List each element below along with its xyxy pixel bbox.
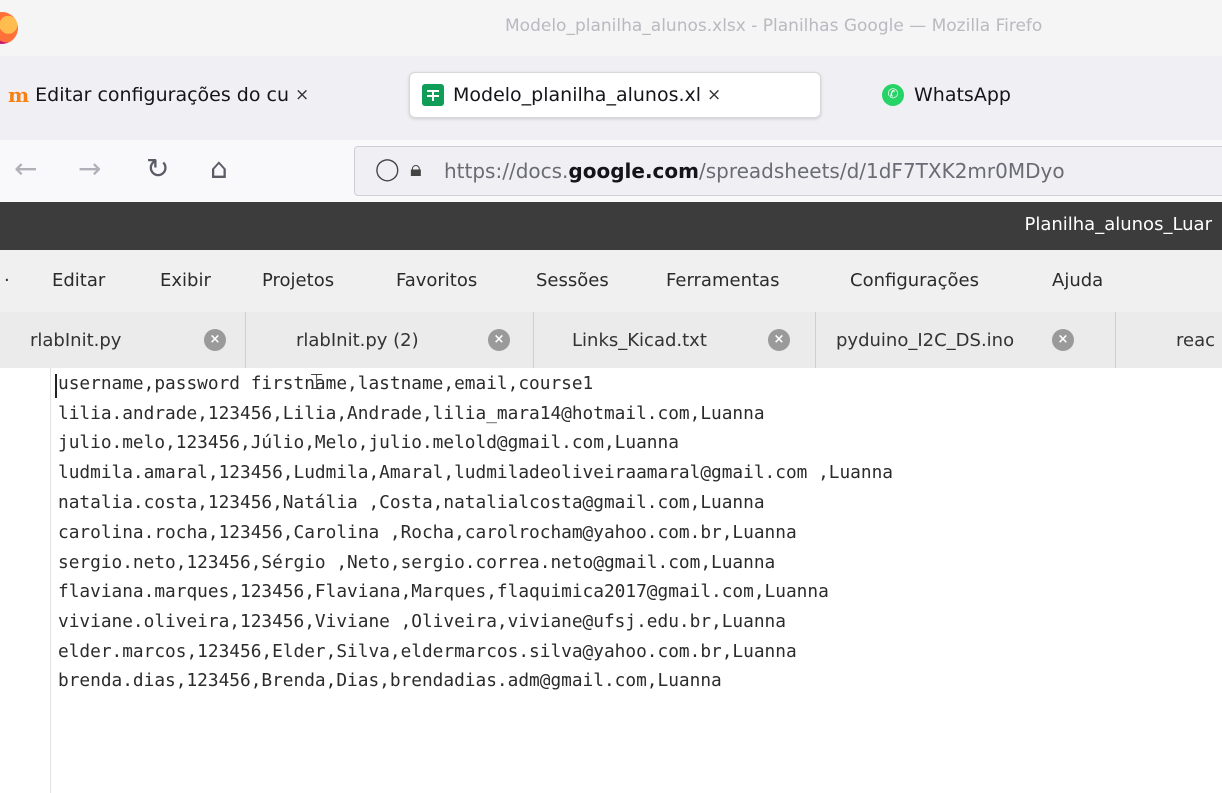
window-title: Modelo_planilha_alunos.xlsx - Planilhas … — [505, 16, 1043, 36]
menu-editar[interactable]: Editar — [52, 270, 105, 291]
tab-label: WhatsApp — [914, 84, 1011, 106]
browser-tab-sheets[interactable]: Modelo_planilha_alunos.xl × — [409, 72, 821, 118]
browser-tabstrip: m Editar configurações do cu × Modelo_pl… — [0, 56, 1222, 140]
doc-tab-label: pyduino_I2C_DS.ino — [836, 329, 1015, 351]
menu-ferramentas[interactable]: Ferramentas — [666, 270, 779, 291]
text-line-8[interactable]: flaviana.marques,123456,Flaviana,Marques… — [58, 581, 829, 602]
close-tab-icon[interactable]: × — [488, 329, 510, 351]
url-text[interactable]: https://docs.google.com/spreadsheets/d/1… — [444, 159, 1065, 183]
text-line-9[interactable]: viviane.oliveira,123456,Viviane ,Oliveir… — [58, 611, 786, 632]
doc-tab-label: rlabInit.py (2) — [296, 329, 419, 351]
doc-tab-readme[interactable]: reac — [1116, 312, 1222, 368]
reload-icon[interactable]: ↻ — [146, 152, 169, 185]
close-tab-icon[interactable]: × — [707, 85, 721, 105]
text-line-11[interactable]: brenda.dias,123456,Brenda,Dias,brendadia… — [58, 670, 722, 691]
text-line-10[interactable]: elder.marcos,123456,Elder,Silva,eldermar… — [58, 641, 797, 662]
tab-label: Modelo_planilha_alunos.xl — [453, 84, 702, 106]
line-gutter — [0, 368, 51, 793]
text-line-2[interactable]: lilia.andrade,123456,Lilia,Andrade,lilia… — [58, 403, 765, 424]
ibeam-cursor-icon: ⌶ — [310, 370, 324, 395]
doc-tab-rlabinit[interactable]: rlabInit.py × — [0, 312, 246, 368]
text-editor[interactable]: username,password firstname,lastname,ema… — [0, 368, 1222, 793]
sheets-icon — [422, 84, 444, 106]
doc-tab-pyduino[interactable]: pyduino_I2C_DS.ino × — [816, 312, 1116, 368]
text-line-5[interactable]: natalia.costa,123456,Natália ,Costa,nata… — [58, 492, 765, 513]
text-line-3[interactable]: julio.melo,123456,Júlio,Melo,julio.melol… — [58, 432, 679, 453]
moodle-icon: m — [8, 83, 30, 107]
doc-tab-label: rlabInit.py — [30, 329, 122, 351]
doc-tab-label: Links_Kicad.txt — [572, 329, 707, 351]
menu-sessoes[interactable]: Sessões — [536, 270, 609, 291]
menu-overflow[interactable]: · — [4, 270, 10, 291]
text-line-1[interactable]: username,password firstname,lastname,ema… — [58, 373, 593, 394]
menu-projetos[interactable]: Projetos — [262, 270, 334, 291]
text-line-6[interactable]: carolina.rocha,123456,Carolina ,Rocha,ca… — [58, 522, 797, 543]
browser-tab-whatsapp[interactable]: ✆ WhatsApp — [882, 72, 1082, 118]
menu-configuracoes[interactable]: Configurações — [850, 270, 979, 291]
forward-icon[interactable]: → — [78, 152, 101, 185]
text-line-7[interactable]: sergio.neto,123456,Sérgio ,Neto,sergio.c… — [58, 552, 775, 573]
firefox-titlebar: Modelo_planilha_alunos.xlsx - Planilhas … — [0, 0, 1222, 56]
text-caret — [55, 374, 57, 398]
editor-window-title: Planilha_alunos_Luar — [1024, 214, 1212, 235]
menu-ajuda[interactable]: Ajuda — [1052, 270, 1103, 291]
close-tab-icon[interactable]: × — [295, 85, 309, 105]
tracking-shield-icon[interactable]: ◯ — [375, 157, 400, 182]
doc-tab-links-kicad[interactable]: Links_Kicad.txt × — [534, 312, 816, 368]
back-icon[interactable]: ← — [14, 152, 37, 185]
editor-titlebar: Planilha_alunos_Luar — [0, 202, 1222, 250]
document-tabs: rlabInit.py × rlabInit.py (2) × Links_Ki… — [0, 312, 1222, 369]
browser-tab-moodle[interactable]: m Editar configurações do cu × — [8, 72, 396, 118]
editor-menubar: · Editar Exibir Projetos Favoritos Sessõ… — [0, 250, 1222, 313]
text-line-4[interactable]: ludmila.amaral,123456,Ludmila,Amaral,lud… — [58, 462, 893, 483]
close-tab-icon[interactable]: × — [768, 329, 790, 351]
home-icon[interactable]: ⌂ — [210, 152, 228, 185]
url-bar[interactable]: ◯ 🔒︎ https://docs.google.com/spreadsheet… — [354, 146, 1222, 196]
doc-tab-label: reac — [1176, 329, 1216, 351]
menu-favoritos[interactable]: Favoritos — [396, 270, 477, 291]
firefox-logo-icon — [0, 12, 18, 44]
browser-navbar: ← → ↻ ⌂ ◯ 🔒︎ https://docs.google.com/spr… — [0, 140, 1222, 202]
lock-icon[interactable]: 🔒︎ — [410, 157, 422, 182]
tab-label: Editar configurações do cu — [35, 84, 290, 106]
close-tab-icon[interactable]: × — [1052, 329, 1074, 351]
close-tab-icon[interactable]: × — [204, 329, 226, 351]
menu-exibir[interactable]: Exibir — [160, 270, 211, 291]
doc-tab-rlabinit-2[interactable]: rlabInit.py (2) × — [246, 312, 534, 368]
whatsapp-icon: ✆ — [882, 84, 904, 106]
